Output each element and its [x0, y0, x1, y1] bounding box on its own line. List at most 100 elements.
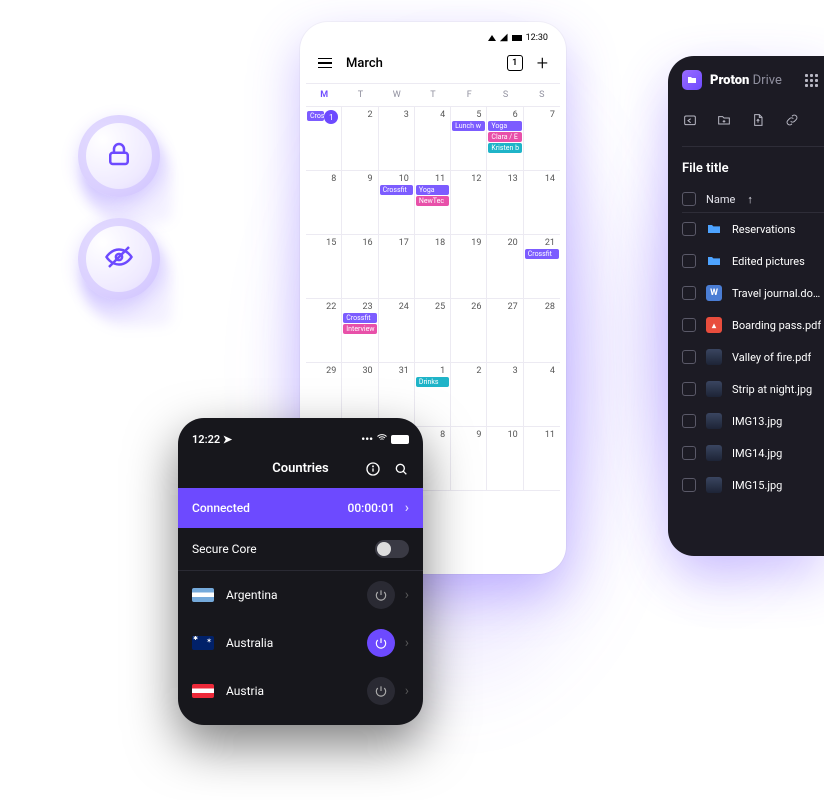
date-number: 20 — [488, 238, 521, 248]
day-header: S — [524, 84, 560, 106]
lock-badge — [78, 115, 160, 197]
image-icon — [706, 445, 722, 461]
calendar-cell[interactable]: 2 — [451, 363, 487, 427]
calendar-cell[interactable]: 10Crossfit — [379, 171, 415, 235]
calendar-cell[interactable]: 21Crossfit — [524, 235, 560, 299]
file-row[interactable]: IMG13.jpg — [682, 405, 824, 437]
calendar-cell[interactable]: 8 — [306, 171, 342, 235]
search-button[interactable] — [393, 461, 409, 481]
connected-row[interactable]: Connected 00:00:01 › — [178, 488, 423, 528]
calendar-cell[interactable]: 7 — [524, 107, 560, 171]
link-button[interactable] — [784, 112, 800, 132]
file-row[interactable]: Boarding pass.pdf — [682, 309, 824, 341]
connect-button[interactable] — [367, 629, 395, 657]
calendar-cell[interactable]: 25 — [415, 299, 451, 363]
calendar-cell[interactable]: 22 — [306, 299, 342, 363]
calendar-event[interactable]: Crossfit — [525, 249, 559, 259]
calendar-cell[interactable]: 16 — [342, 235, 378, 299]
file-row[interactable]: IMG15.jpg — [682, 469, 824, 501]
calendar-event[interactable]: Crossfit — [307, 111, 324, 121]
secure-core-toggle[interactable] — [375, 540, 409, 558]
connect-button[interactable] — [367, 581, 395, 609]
calendar-cell[interactable]: 5Lunch w — [451, 107, 487, 171]
connect-button[interactable] — [367, 677, 395, 705]
pdf-icon — [706, 317, 722, 333]
calendar-event[interactable]: NewTec — [416, 196, 449, 206]
calendar-cell[interactable]: 17 — [379, 235, 415, 299]
country-row[interactable]: Austria › — [178, 667, 423, 715]
calendar-event[interactable]: Crossfit — [343, 313, 376, 323]
calendar-cell[interactable]: 19 — [451, 235, 487, 299]
calendar-cell[interactable]: 18 — [415, 235, 451, 299]
calendar-cell[interactable]: 3 — [379, 107, 415, 171]
calendar-event[interactable]: Clara / E — [488, 132, 521, 142]
calendar-cell[interactable]: 26 — [451, 299, 487, 363]
file-checkbox[interactable] — [682, 350, 696, 364]
calendar-cell[interactable]: 11 — [524, 427, 560, 491]
file-checkbox[interactable] — [682, 414, 696, 428]
secure-core-label: Secure Core — [192, 542, 257, 556]
calendar-cell[interactable]: 28 — [524, 299, 560, 363]
calendar-cell[interactable]: 11YogaNewTec — [415, 171, 451, 235]
back-button[interactable] — [682, 112, 698, 132]
calendar-cell[interactable]: 24 — [379, 299, 415, 363]
new-folder-button[interactable] — [716, 112, 732, 132]
country-name: Argentina — [226, 588, 278, 602]
file-name: IMG13.jpg — [732, 415, 782, 428]
calendar-event[interactable]: Kristen b — [488, 143, 521, 153]
file-checkbox[interactable] — [682, 382, 696, 396]
calendar-event[interactable]: Interview — [343, 324, 376, 334]
calendar-cell[interactable]: 27 — [487, 299, 523, 363]
country-row[interactable]: Argentina › — [178, 571, 423, 619]
file-row[interactable]: Edited pictures — [682, 245, 824, 277]
calendar-cell[interactable]: 10 — [487, 427, 523, 491]
calendar-cell[interactable]: 4 — [415, 107, 451, 171]
file-checkbox[interactable] — [682, 254, 696, 268]
file-checkbox[interactable] — [682, 318, 696, 332]
upload-button[interactable] — [750, 112, 766, 132]
calendar-cell[interactable]: 2 — [342, 107, 378, 171]
calendar-cell[interactable]: 13 — [487, 171, 523, 235]
info-button[interactable] — [365, 461, 381, 481]
file-checkbox[interactable] — [682, 478, 696, 492]
calendar-cell[interactable]: 3 — [487, 363, 523, 427]
file-checkbox[interactable] — [682, 446, 696, 460]
today-button[interactable]: 1 — [507, 55, 523, 71]
file-checkbox[interactable] — [682, 286, 696, 300]
calendar-cell[interactable]: 15 — [306, 235, 342, 299]
calendar-cell[interactable]: 14 — [524, 171, 560, 235]
file-checkbox[interactable] — [682, 222, 696, 236]
file-row[interactable]: W Travel journal.docx — [682, 277, 824, 309]
file-row[interactable]: IMG14.jpg — [682, 437, 824, 469]
file-row[interactable]: Reservations — [682, 213, 824, 245]
column-header[interactable]: Name ↑ — [682, 186, 824, 213]
calendar-event[interactable]: Yoga — [488, 121, 521, 131]
calendar-cell[interactable]: 12 — [451, 171, 487, 235]
calendar-cell[interactable]: 20 — [487, 235, 523, 299]
chevron-right-icon: › — [405, 635, 409, 651]
date-number: 27 — [488, 302, 521, 312]
date-number: 14 — [525, 174, 559, 184]
file-row[interactable]: Strip at night.jpg — [682, 373, 824, 405]
calendar-cell[interactable]: 1Drinks — [415, 363, 451, 427]
menu-button[interactable] — [318, 58, 332, 69]
select-all-checkbox[interactable] — [682, 192, 696, 206]
calendar-event[interactable]: Lunch w — [452, 121, 485, 131]
apps-grid-button[interactable] — [805, 74, 818, 87]
country-row[interactable]: ✱ Australia › — [178, 619, 423, 667]
calendar-cell[interactable]: 9 — [342, 171, 378, 235]
signal-icon: ◢ — [500, 32, 508, 43]
calendar-cell[interactable]: 9 — [451, 427, 487, 491]
file-row[interactable]: Valley of fire.pdf — [682, 341, 824, 373]
file-name: Edited pictures — [732, 255, 805, 268]
add-event-button[interactable]: + — [537, 53, 548, 73]
calendar-event[interactable]: Drinks — [416, 377, 449, 387]
folder-icon — [706, 253, 722, 269]
calendar-cell[interactable]: 6YogaClara / EKristen b — [487, 107, 523, 171]
calendar-cell[interactable]: 23CrossfitInterview — [342, 299, 378, 363]
calendar-event[interactable]: Yoga — [416, 185, 449, 195]
calendar-cell[interactable]: 1Crossfit — [306, 107, 342, 171]
calendar-event[interactable]: Crossfit — [380, 185, 413, 195]
calendar-cell[interactable]: 4 — [524, 363, 560, 427]
file-name: Boarding pass.pdf — [732, 319, 821, 332]
